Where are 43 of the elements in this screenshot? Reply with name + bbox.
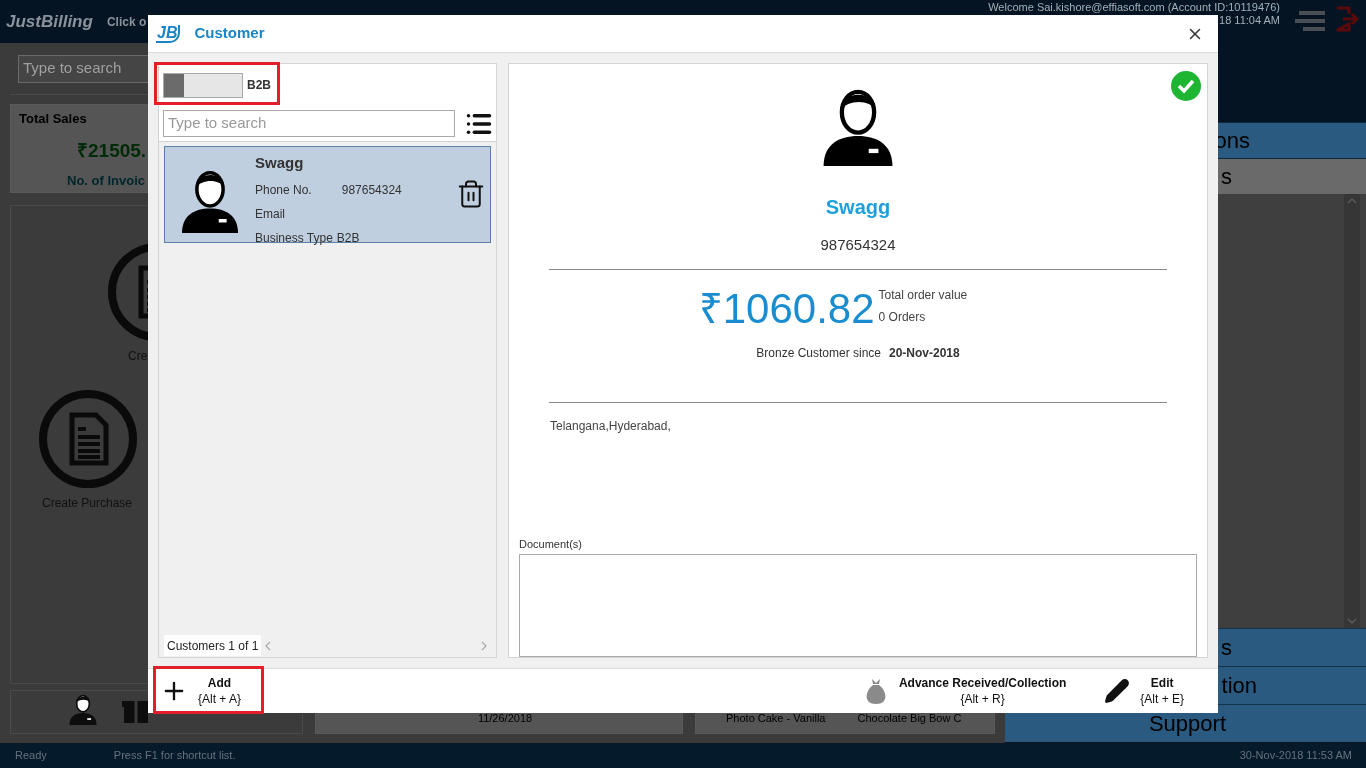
card-date: 11/26/2018 bbox=[477, 710, 533, 726]
since-date: 20-Nov-2018 bbox=[889, 344, 960, 362]
dialog-logo: JB bbox=[156, 24, 181, 43]
field-label: Email bbox=[255, 205, 286, 223]
amount-caption: Total order value bbox=[878, 286, 968, 304]
menu-icon[interactable] bbox=[1293, 11, 1325, 31]
toggle-switch[interactable] bbox=[163, 72, 243, 98]
customer-card[interactable]: Swagg Phone No. 987654324 Email Business Type B2B bbox=[164, 146, 491, 243]
invoice-count: No. of Invoic bbox=[67, 172, 145, 190]
field-label: Phone No. bbox=[255, 181, 312, 199]
scrollbar[interactable] bbox=[1344, 194, 1360, 628]
card-title: Total Sales bbox=[19, 110, 87, 128]
customer-name: Swagg bbox=[825, 195, 891, 220]
scroll-left-icon[interactable] bbox=[265, 640, 272, 651]
phone-number: 987654324 bbox=[820, 235, 896, 255]
tier-text: Bronze Customer since bbox=[756, 344, 881, 362]
dialog-title: Customer bbox=[194, 23, 265, 44]
pencil-icon bbox=[1104, 678, 1131, 704]
documents-label: Document(s) bbox=[519, 536, 582, 552]
order-count: 0 Orders bbox=[878, 308, 927, 326]
status-text: Ready bbox=[15, 748, 47, 764]
welcome-text: Welcome Sai.kishore@effiasoft.com (Account ID:10119476) bbox=[988, 1, 1280, 14]
documents-area[interactable] bbox=[519, 554, 1197, 657]
app-logo: JustBilling bbox=[6, 10, 93, 33]
status-time: 30-Nov-2018 11:53 AM bbox=[1239, 748, 1352, 764]
product-name: Photo Cake - Vanilla bbox=[726, 710, 826, 726]
scroll-up-icon[interactable] bbox=[1347, 198, 1357, 204]
phone-number: 987654324 bbox=[341, 181, 402, 199]
scroll-down-icon[interactable] bbox=[1347, 618, 1357, 624]
customer-name: Swagg bbox=[255, 153, 305, 173]
scroll-right-icon[interactable] bbox=[481, 640, 487, 651]
toggle-knob[interactable] bbox=[164, 73, 184, 97]
document-icon[interactable] bbox=[38, 389, 138, 489]
order-amount: ₹1060.82 bbox=[698, 285, 875, 332]
action-button[interactable]: Add {Alt + A} bbox=[156, 671, 246, 711]
sales-amount: ₹21505. bbox=[77, 138, 147, 163]
address-text: Telangana,Hyderabad, bbox=[550, 417, 671, 435]
header-hint: Click o bbox=[106, 13, 147, 31]
product-name: Chocolate Big Bow C bbox=[857, 710, 962, 726]
header-time: 18 11:04 AM bbox=[1219, 14, 1280, 27]
toggle-label: B2B bbox=[247, 77, 271, 94]
status-hint: Press F1 for shortcut list. bbox=[113, 748, 236, 764]
customer-count: Customers 1 of 1 bbox=[164, 635, 262, 656]
